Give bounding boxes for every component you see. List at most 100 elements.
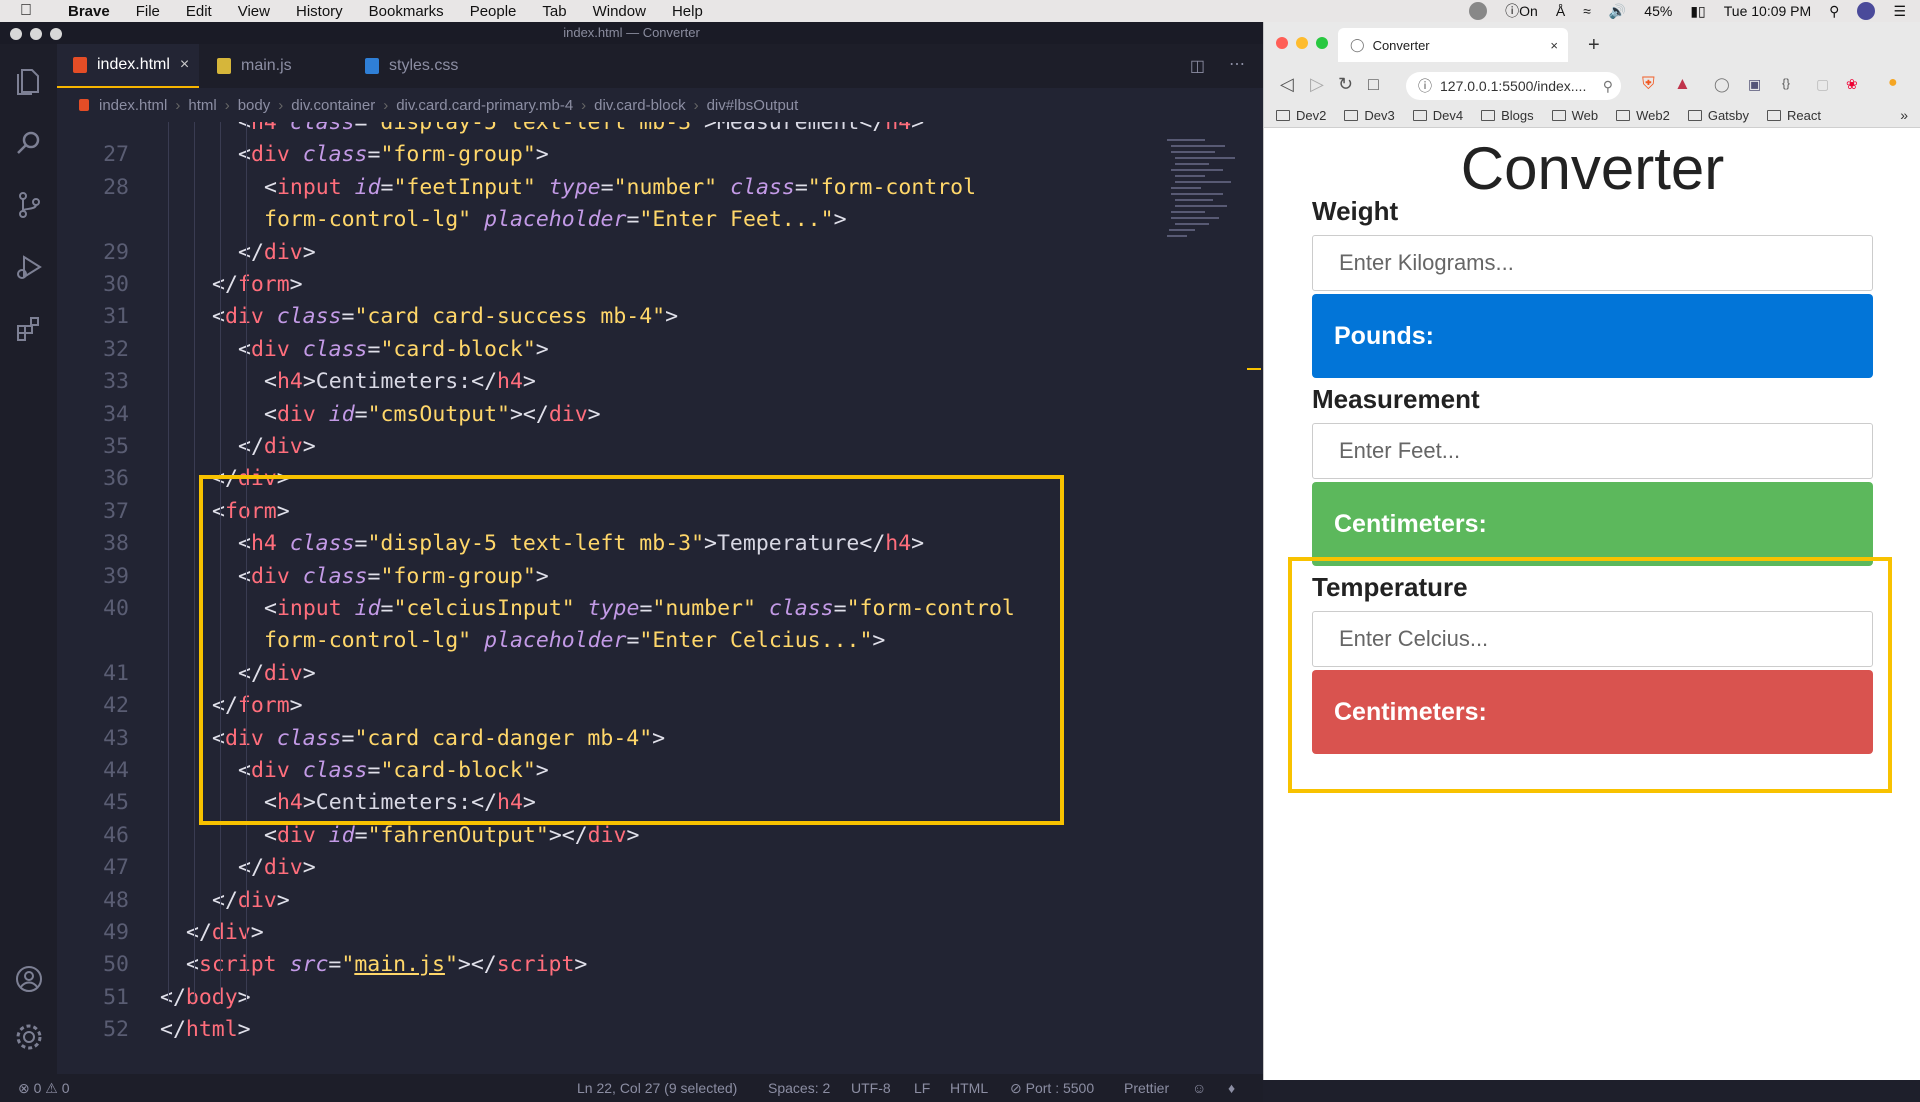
feedback-icon[interactable]: ☺ — [1192, 1080, 1206, 1096]
breadcrumb-item[interactable]: div#lbsOutput — [707, 97, 799, 114]
zoom-icon[interactable]: ⚲ — [1603, 78, 1613, 95]
formatter[interactable]: Prettier — [1124, 1080, 1169, 1096]
close-window-icon[interactable] — [10, 28, 22, 40]
minimize-window-icon[interactable] — [30, 28, 42, 40]
address-bar[interactable]: ⓘ 127.0.0.1:5500/index.... ⚲ — [1406, 72, 1621, 100]
bookmark-folder[interactable]: Web2 — [1616, 108, 1670, 123]
site-info-icon[interactable]: ⓘ — [1418, 76, 1432, 96]
volume-icon[interactable]: 🔊 — [1609, 3, 1626, 20]
battery-percent[interactable]: 45% — [1644, 3, 1672, 19]
code-line[interactable]: <h4>Centimeters:</h4> — [264, 790, 536, 815]
code-line[interactable]: <h4>Centimeters:</h4> — [264, 369, 536, 394]
feet-input[interactable] — [1312, 423, 1873, 479]
accounts-icon[interactable] — [14, 964, 44, 994]
breadcrumb-item[interactable]: html — [188, 97, 216, 114]
code-line[interactable]: <input id="celciusInput" type="number" c… — [264, 596, 1015, 621]
encoding[interactable]: UTF-8 — [851, 1080, 891, 1096]
cursor-position[interactable]: Ln 22, Col 27 (9 selected) — [577, 1080, 737, 1096]
menu-people[interactable]: People — [470, 3, 517, 20]
siri-icon[interactable] — [1857, 2, 1876, 20]
menu-history[interactable]: History — [296, 3, 343, 20]
clock[interactable]: Tue 10:09 PM — [1724, 3, 1811, 19]
bookmark-folder[interactable]: React — [1767, 108, 1821, 123]
menu-help[interactable]: Help — [672, 3, 703, 20]
code-line[interactable]: </div> — [186, 920, 264, 945]
close-tab-icon[interactable]: × — [180, 56, 189, 74]
menu-tab[interactable]: Tab — [542, 3, 566, 20]
minimize-window-icon[interactable] — [1296, 37, 1308, 49]
run-debug-icon[interactable] — [14, 252, 44, 282]
bluetooth-icon[interactable]: Å — [1556, 3, 1565, 19]
breadcrumb-item[interactable]: div.container — [291, 97, 375, 114]
live-server-port[interactable]: ⊘ Port : 5500 — [1010, 1080, 1094, 1097]
code-line[interactable]: <div class="card-block"> — [238, 758, 549, 783]
new-tab-icon[interactable]: + — [1588, 34, 1600, 57]
brave-shield-icon[interactable]: ⛨ — [1642, 74, 1655, 94]
control-center-icon[interactable]: ☰ — [1893, 3, 1906, 20]
vpn-status[interactable]: ⓘOn — [1505, 1, 1538, 21]
breadcrumb-item[interactable]: body — [238, 97, 271, 114]
bookmark-folder[interactable]: Dev3 — [1344, 108, 1395, 123]
search-icon[interactable] — [14, 128, 44, 158]
code-line[interactable]: <div class="card-block"> — [238, 337, 549, 362]
code-line[interactable]: <input id="feetInput" type="number" clas… — [264, 175, 976, 200]
menu-app-name[interactable]: Brave — [68, 3, 110, 20]
explorer-icon[interactable] — [14, 66, 44, 96]
code-line[interactable]: </form> — [212, 693, 303, 718]
bookmark-folder[interactable]: Dev4 — [1412, 108, 1463, 123]
breadcrumb-item[interactable]: div.card-block — [594, 97, 685, 114]
tab-main-js[interactable]: main.js — [199, 44, 347, 88]
more-bookmarks-icon[interactable]: » — [1900, 107, 1908, 123]
extension-icon[interactable]: {} — [1782, 76, 1790, 90]
code-line[interactable]: </div> — [212, 888, 290, 913]
code-area[interactable]: <h4 class="display-5 text-left mb-3">Mea… — [57, 122, 1263, 1052]
code-line[interactable]: form-control-lg" placeholder="Enter Feet… — [264, 207, 847, 232]
bookmark-icon[interactable]: □ — [1368, 74, 1379, 95]
breadcrumb-item[interactable]: div.card.card-primary.mb-4 — [396, 97, 573, 114]
code-line[interactable]: </div> — [212, 466, 290, 491]
bookmark-folder[interactable]: Blogs — [1481, 108, 1534, 123]
browser-tab[interactable]: ◯ Converter × — [1338, 28, 1568, 62]
kilograms-input[interactable] — [1312, 235, 1873, 291]
problems-indicator[interactable]: ⊗ 0 ⚠ 0 — [18, 1080, 70, 1097]
code-line[interactable]: </div> — [238, 434, 316, 459]
profile-icon[interactable]: ● — [1888, 74, 1898, 92]
celcius-input[interactable] — [1312, 611, 1873, 667]
notifications-bell-icon[interactable]: ♦ — [1228, 1080, 1235, 1096]
spotlight-search-icon[interactable]: ⚲ — [1829, 3, 1839, 20]
color-picker-icon[interactable]: ❀ — [1846, 76, 1858, 93]
minimap[interactable] — [1165, 134, 1245, 244]
bookmark-folder[interactable]: Dev2 — [1276, 108, 1326, 123]
zoom-window-icon[interactable] — [1316, 37, 1328, 49]
close-window-icon[interactable] — [1276, 37, 1288, 49]
reload-icon[interactable]: ↻ — [1338, 74, 1353, 95]
split-editor-icon[interactable]: ◫ — [1190, 56, 1205, 76]
code-line[interactable]: <div class="card card-danger mb-4"> — [212, 726, 665, 751]
brave-rewards-icon[interactable]: ▲ — [1674, 74, 1691, 94]
forward-icon[interactable]: ▷ — [1310, 74, 1324, 95]
menu-view[interactable]: View — [238, 3, 270, 20]
source-control-icon[interactable] — [14, 190, 44, 220]
extension-icon[interactable]: ◯ — [1714, 76, 1730, 93]
indentation[interactable]: Spaces: 2 — [768, 1080, 830, 1096]
menu-window[interactable]: Window — [593, 3, 646, 20]
wifi-icon[interactable]: ≈ — [1583, 3, 1591, 19]
code-line[interactable]: <h4 class="display-5 text-left mb-3">Mea… — [238, 122, 924, 135]
code-line[interactable]: </div> — [238, 661, 316, 686]
menu-edit[interactable]: Edit — [186, 3, 212, 20]
line-ending[interactable]: LF — [914, 1080, 930, 1096]
code-line[interactable]: <h4 class="display-5 text-left mb-3">Tem… — [238, 531, 924, 556]
code-line[interactable]: </div> — [238, 855, 316, 880]
code-line[interactable]: <div class="form-group"> — [238, 564, 549, 589]
code-line[interactable]: </html> — [160, 1017, 251, 1042]
code-line[interactable]: </form> — [212, 272, 303, 297]
tab-styles-css[interactable]: styles.css — [347, 44, 507, 88]
code-line[interactable]: </div> — [238, 240, 316, 265]
code-line[interactable]: <div id="fahrenOutput"></div> — [264, 823, 639, 848]
code-line[interactable]: <form> — [212, 499, 290, 524]
menu-bookmarks[interactable]: Bookmarks — [369, 3, 444, 20]
extension-icon[interactable]: ▢ — [1816, 76, 1829, 93]
extensions-icon[interactable] — [14, 314, 44, 344]
bookmark-folder[interactable]: Web — [1551, 108, 1598, 123]
zoom-window-icon[interactable] — [50, 28, 62, 40]
